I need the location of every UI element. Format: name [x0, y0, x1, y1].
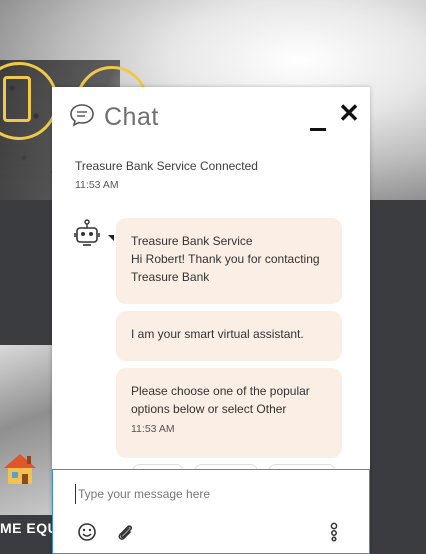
- close-button[interactable]: ✕: [337, 98, 361, 128]
- message-composer: [52, 469, 370, 554]
- phone-icon: [3, 76, 31, 122]
- system-message: Treasure Bank Service Connected: [75, 159, 258, 173]
- message-text: Hi Robert! Thank you for contacting Trea…: [131, 252, 320, 284]
- voice-assistant-icon[interactable]: [325, 522, 345, 542]
- system-message-time: 11:53 AM: [75, 179, 119, 191]
- bot-message: I am your smart virtual assistant.: [116, 311, 342, 361]
- bot-message: Please choose one of the popular options…: [116, 368, 342, 458]
- bubble-pointer: [108, 235, 114, 241]
- chat-transcript[interactable]: Treasure Bank Service Connected 11:53 AM…: [52, 149, 370, 469]
- paperclip-icon[interactable]: [115, 522, 135, 542]
- message-text: I am your smart virtual assistant.: [131, 327, 304, 341]
- chat-title: Chat: [104, 103, 159, 131]
- message-sender: Treasure Bank Service: [131, 234, 253, 248]
- background-card-image: [0, 345, 52, 515]
- close-icon: ✕: [338, 98, 360, 128]
- page: ME EQU Chat ✕ Treasure Bank Service Conn…: [0, 0, 426, 554]
- smiley-icon[interactable]: [77, 522, 97, 542]
- chat-bubble-icon: [70, 104, 94, 127]
- bot-message: Treasure Bank Service Hi Robert! Thank y…: [116, 218, 342, 304]
- message-time: 11:53 AM: [131, 423, 175, 435]
- minimize-button[interactable]: [306, 111, 330, 133]
- chat-header: Chat ✕: [52, 87, 370, 149]
- chat-widget: Chat ✕ Treasure Bank Service Connected 1…: [52, 87, 370, 554]
- house-icon: [4, 454, 36, 484]
- robot-icon: [74, 219, 100, 246]
- message-input[interactable]: [75, 484, 348, 504]
- message-text: Please choose one of the popular options…: [131, 384, 310, 416]
- background-card-caption[interactable]: ME EQU: [0, 520, 58, 536]
